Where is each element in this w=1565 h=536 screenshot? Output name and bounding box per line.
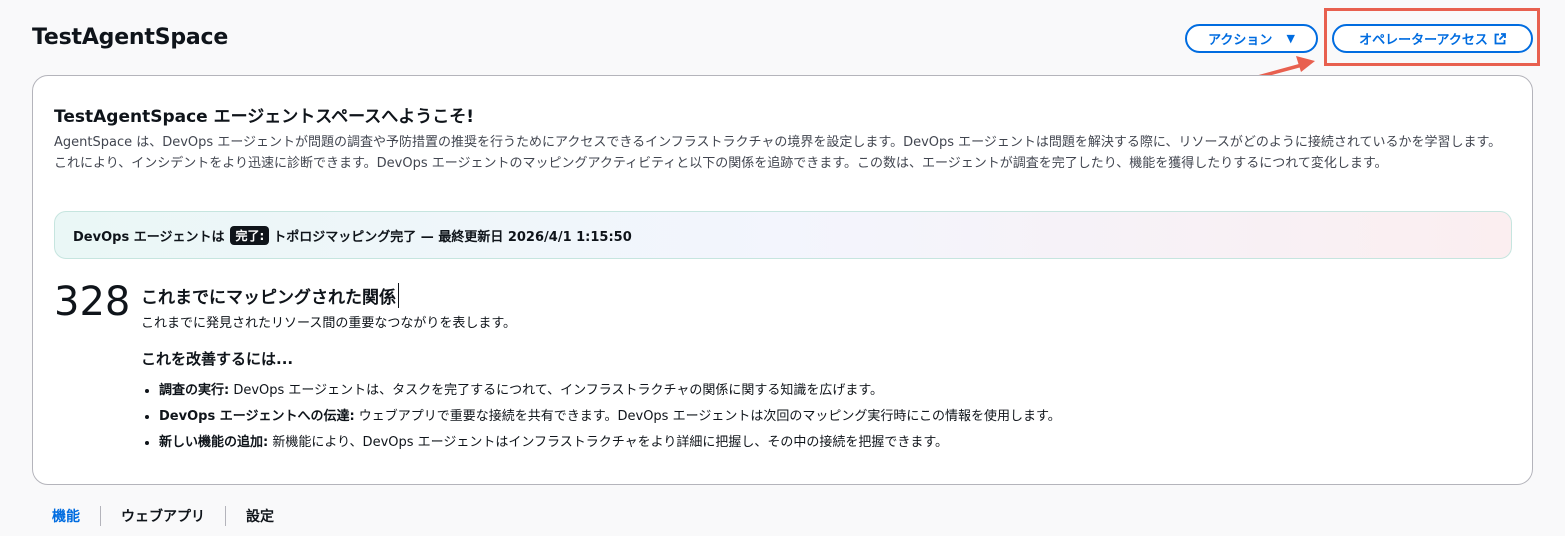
list-item-text: ウェブアプリで重要な接続を共有できます。DevOps エージェントは次回のマッピ… xyxy=(354,409,1061,424)
relationships-count: 328 xyxy=(54,279,131,325)
actions-dropdown-button[interactable]: アクション ▼ xyxy=(1185,24,1318,53)
list-item-text: 新機能により、DevOps エージェントはインフラストラクチャをより詳細に把握し… xyxy=(268,435,949,450)
actions-button-label: アクション xyxy=(1208,33,1273,48)
tab-capabilities[interactable]: 機能 xyxy=(32,506,101,526)
caret-down-icon: ▼ xyxy=(1286,32,1295,45)
metric-subtitle: これまでに発見されたリソース間の重要なつながりを表します。 xyxy=(141,316,517,331)
external-link-icon xyxy=(1494,32,1506,45)
improve-heading: これを改善するには... xyxy=(141,350,294,368)
improve-list: 調査の実行: DevOps エージェントは、タスクを完了するにつれて、インフラス… xyxy=(141,378,1061,456)
operator-access-label: オペレーターアクセス xyxy=(1359,33,1488,48)
status-banner: DevOps エージェントは 完了: トポロジマッピング完了 — 最終更新日 2… xyxy=(54,211,1512,259)
tab-bar: 機能 ウェブアプリ 設定 xyxy=(32,506,294,536)
metric-title: これまでにマッピングされた関係 xyxy=(141,283,399,308)
list-item: DevOps エージェントへの伝達: ウェブアプリで重要な接続を共有できます。D… xyxy=(159,404,1061,430)
operator-access-button[interactable]: オペレーターアクセス xyxy=(1332,24,1533,53)
page-title: TestAgentSpace xyxy=(32,25,229,50)
list-item-label: 新しい機能の追加: xyxy=(159,435,269,450)
list-item: 新しい機能の追加: 新機能により、DevOps エージェントはインフラストラクチ… xyxy=(159,430,1061,456)
welcome-card: TestAgentSpace エージェントスペースへようこそ! AgentSpa… xyxy=(32,75,1533,485)
status-text: トポロジマッピング完了 — 最終更新日 2026/4/1 1:15:50 xyxy=(273,229,632,245)
list-item-label: DevOps エージェントへの伝達: xyxy=(159,409,355,424)
tab-web-app[interactable]: ウェブアプリ xyxy=(101,506,226,526)
list-item-label: 調査の実行: xyxy=(159,383,230,398)
tab-settings[interactable]: 設定 xyxy=(226,506,294,526)
list-item-text: DevOps エージェントは、タスクを完了するにつれて、インフラストラクチャの関… xyxy=(229,383,884,398)
card-description: AgentSpace は、DevOps エージェントが問題の調査や予防措置の推奨… xyxy=(54,135,1502,171)
status-badge: 完了: xyxy=(230,225,270,245)
list-item: 調査の実行: DevOps エージェントは、タスクを完了するにつれて、インフラス… xyxy=(159,378,1061,404)
status-prefix: DevOps エージェントは xyxy=(73,229,225,245)
card-title: TestAgentSpace エージェントスペースへようこそ! xyxy=(54,107,474,127)
